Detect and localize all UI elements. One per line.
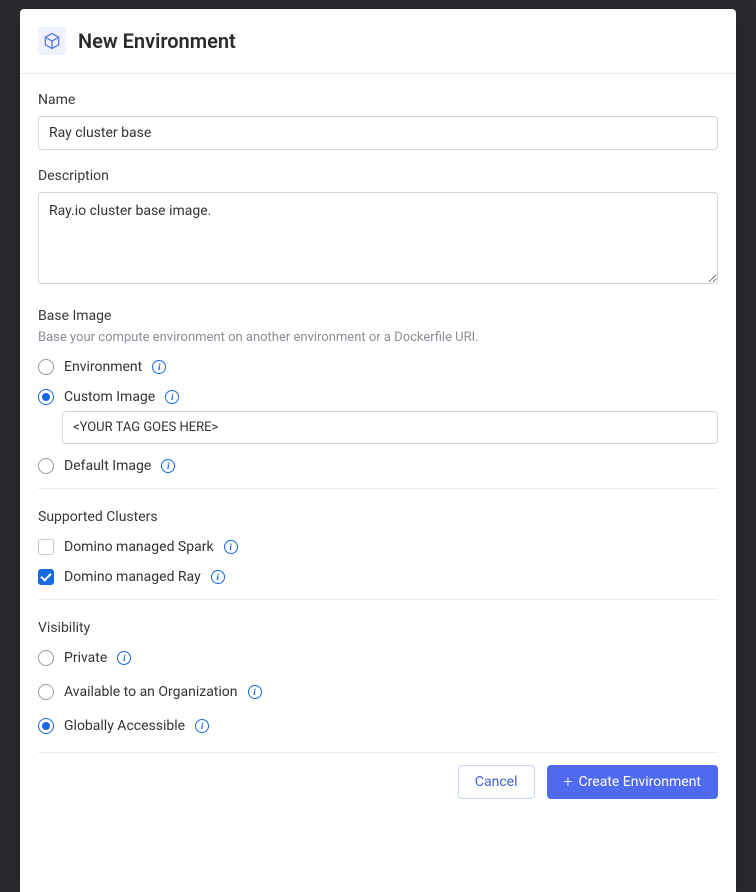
info-icon[interactable]: i [152, 360, 166, 374]
visibility-label: Visibility [38, 620, 718, 636]
base-image-help: Base your compute environment on another… [38, 330, 718, 345]
name-label: Name [38, 92, 718, 108]
radio-environment-label: Environment [64, 359, 142, 375]
info-icon[interactable]: i [117, 651, 131, 665]
radio-environment[interactable]: Environment i [38, 359, 718, 375]
custom-image-input-wrap [38, 411, 718, 444]
radio-organization-control[interactable] [38, 684, 54, 700]
radio-custom-image-control[interactable] [38, 389, 54, 405]
checkbox-spark-label: Domino managed Spark [64, 539, 214, 555]
supported-clusters-label: Supported Clusters [38, 509, 718, 525]
radio-global-control[interactable] [38, 718, 54, 734]
checkbox-ray[interactable]: Domino managed Ray i [38, 569, 718, 585]
name-input[interactable] [38, 116, 718, 150]
plus-icon: + [564, 774, 573, 790]
description-label: Description [38, 168, 718, 184]
radio-organization-label: Available to an Organization [64, 684, 238, 700]
base-image-label: Base Image [38, 308, 718, 324]
info-icon[interactable]: i [224, 540, 238, 554]
divider [38, 599, 718, 600]
radio-custom-image[interactable]: Custom Image i [38, 389, 718, 405]
info-icon[interactable]: i [165, 390, 179, 404]
modal-body: Name Description Ray.io cluster base ima… [20, 74, 736, 892]
radio-global-label: Globally Accessible [64, 718, 185, 734]
radio-environment-control[interactable] [38, 359, 54, 375]
modal-header: New Environment [20, 9, 736, 74]
cancel-button[interactable]: Cancel [458, 765, 535, 799]
description-textarea[interactable]: Ray.io cluster base image. [38, 192, 718, 284]
checkbox-spark[interactable]: Domino managed Spark i [38, 539, 718, 555]
divider [38, 488, 718, 489]
create-environment-button[interactable]: + Create Environment [547, 765, 719, 799]
info-icon[interactable]: i [248, 685, 262, 699]
info-icon[interactable]: i [161, 459, 175, 473]
radio-organization[interactable]: Available to an Organization i [38, 684, 718, 700]
modal-footer: Cancel + Create Environment [38, 753, 718, 813]
new-environment-modal: New Environment Name Description Ray.io … [20, 9, 736, 892]
radio-private[interactable]: Private i [38, 650, 718, 666]
checkbox-ray-control[interactable] [38, 569, 54, 585]
info-icon[interactable]: i [195, 719, 209, 733]
radio-custom-image-label: Custom Image [64, 389, 155, 405]
custom-image-input[interactable] [62, 411, 718, 444]
create-button-label: Create Environment [579, 774, 701, 790]
radio-private-control[interactable] [38, 650, 54, 666]
radio-private-label: Private [64, 650, 107, 666]
checkbox-spark-control[interactable] [38, 539, 54, 555]
info-icon[interactable]: i [211, 570, 225, 584]
cube-icon [38, 27, 66, 55]
modal-title: New Environment [78, 29, 236, 53]
radio-default-image[interactable]: Default Image i [38, 458, 718, 474]
radio-default-image-control[interactable] [38, 458, 54, 474]
checkbox-ray-label: Domino managed Ray [64, 569, 201, 585]
radio-global[interactable]: Globally Accessible i [38, 718, 718, 734]
radio-default-image-label: Default Image [64, 458, 151, 474]
